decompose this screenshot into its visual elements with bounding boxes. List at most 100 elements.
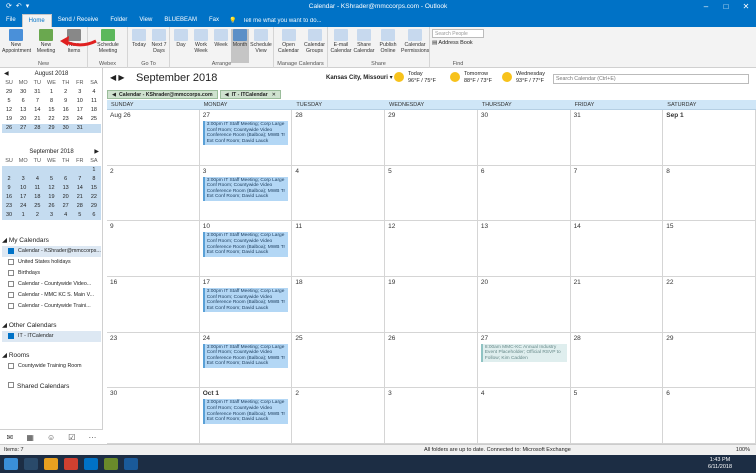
- day-view-button[interactable]: Day: [172, 29, 190, 48]
- new-appointment-button[interactable]: New Appointment: [2, 29, 31, 54]
- mini-day[interactable]: 31: [30, 88, 44, 97]
- checkbox[interactable]: [8, 248, 14, 254]
- mini-day[interactable]: [2, 166, 17, 175]
- day-cell[interactable]: 16: [107, 277, 200, 333]
- mini-day[interactable]: 6: [16, 97, 30, 106]
- mini-day[interactable]: 18: [87, 106, 101, 115]
- mini-day[interactable]: [16, 166, 31, 175]
- location-dropdown[interactable]: Kansas City, Missouri ▾: [326, 74, 393, 81]
- tab-fax[interactable]: Fax: [203, 14, 225, 27]
- mini-day[interactable]: 24: [73, 115, 87, 124]
- day-cell[interactable]: 29: [385, 110, 478, 166]
- next-month-icon[interactable]: ▶: [94, 148, 99, 157]
- mini-day[interactable]: 22: [44, 115, 58, 124]
- mini-day[interactable]: 5: [72, 211, 87, 220]
- day-cell[interactable]: 22: [663, 277, 756, 333]
- clock[interactable]: 1:43 PM 6/11/2018: [708, 457, 732, 470]
- mini-day[interactable]: 4: [87, 88, 101, 97]
- mini-day[interactable]: 26: [2, 124, 17, 133]
- mini-day[interactable]: 6: [86, 211, 101, 220]
- mini-day[interactable]: 28: [72, 202, 87, 211]
- calendar-search-input[interactable]: Search Calendar (Ctrl+E): [553, 74, 749, 84]
- day-cell[interactable]: 30: [107, 388, 200, 444]
- people-icon[interactable]: ☺: [47, 433, 55, 442]
- mini-day[interactable]: 11: [30, 184, 45, 193]
- mini-day[interactable]: 7: [30, 97, 44, 106]
- word-icon[interactable]: [124, 458, 138, 470]
- day-cell[interactable]: 21: [570, 277, 664, 333]
- day-cell[interactable]: 5: [385, 165, 478, 222]
- mini-day[interactable]: 30: [2, 211, 17, 220]
- day-cell[interactable]: 30: [477, 110, 571, 166]
- day-cell[interactable]: 6: [663, 388, 756, 444]
- chrome-icon[interactable]: [64, 458, 78, 470]
- email-calendar-button[interactable]: E-mail Calendar: [330, 29, 352, 54]
- maximize-button[interactable]: □: [716, 0, 736, 14]
- mini-day[interactable]: 13: [58, 184, 73, 193]
- checkbox[interactable]: [8, 259, 14, 265]
- day-cell[interactable]: 18: [292, 277, 386, 333]
- mini-day[interactable]: 29: [44, 124, 59, 133]
- day-cell[interactable]: 2: [107, 165, 200, 222]
- mini-day[interactable]: 27: [58, 202, 73, 211]
- mini-day[interactable]: 15: [44, 106, 58, 115]
- zoom-level[interactable]: 100%: [736, 445, 750, 455]
- mini-day[interactable]: 25: [87, 115, 101, 124]
- week-view-button[interactable]: Week: [212, 29, 230, 48]
- day-cell[interactable]: 12: [385, 221, 478, 277]
- mini-day[interactable]: [86, 124, 101, 133]
- mini-day[interactable]: [30, 166, 45, 175]
- tab-bluebeam[interactable]: BLUEBEAM: [158, 14, 203, 27]
- tab-send-receive[interactable]: Send / Receive: [52, 14, 105, 27]
- mail-icon[interactable]: ✉: [7, 433, 14, 442]
- day-cell[interactable]: Oct 1 3:00pm IT Staff Meeting; Corp Large…: [199, 388, 293, 444]
- day-cell[interactable]: 3 3:00pm IT Staff Meeting; Corp Large Con…: [199, 165, 293, 222]
- calendar-item[interactable]: Calendar - MMC KC S. Main V...: [2, 290, 101, 301]
- day-cell[interactable]: 11: [292, 221, 386, 277]
- mini-day[interactable]: 8: [44, 97, 58, 106]
- prev-month-icon[interactable]: ◀: [4, 70, 9, 79]
- mini-day[interactable]: 19: [2, 115, 16, 124]
- mini-day[interactable]: 29: [86, 202, 101, 211]
- mini-day[interactable]: 12: [2, 106, 16, 115]
- day-cell[interactable]: 19: [385, 277, 478, 333]
- day-cell[interactable]: 7: [570, 165, 664, 222]
- mini-day[interactable]: 1: [86, 166, 101, 175]
- task-view-icon[interactable]: [24, 458, 38, 470]
- next-icon[interactable]: ▶: [118, 73, 124, 82]
- day-cell[interactable]: 15: [663, 221, 756, 277]
- more-icon[interactable]: ···: [88, 433, 96, 442]
- my-calendars-header[interactable]: ◢ My Calendars: [2, 236, 101, 246]
- appointment[interactable]: 3:00pm IT Staff Meeting; Corp Large Conf…: [202, 343, 289, 369]
- mini-day[interactable]: 28: [30, 124, 45, 133]
- calendar-item[interactable]: Calendar - Countywide Traini...: [2, 301, 101, 312]
- day-cell[interactable]: 4: [477, 388, 571, 444]
- schedule-view-button[interactable]: Schedule View: [250, 29, 272, 54]
- mini-day[interactable]: 17: [16, 193, 31, 202]
- calendar-permissions-button[interactable]: Calendar Permissions: [401, 29, 429, 54]
- mini-day[interactable]: 25: [30, 202, 45, 211]
- mini-day[interactable]: 10: [16, 184, 31, 193]
- mini-day[interactable]: 14: [72, 184, 87, 193]
- calendar-item[interactable]: Calendar - Countywide Video...: [2, 279, 101, 290]
- checkbox[interactable]: [8, 303, 14, 309]
- mini-day[interactable]: 4: [58, 211, 73, 220]
- day-cell[interactable]: 13: [477, 221, 571, 277]
- checkbox[interactable]: [8, 270, 14, 276]
- shared-calendars-header[interactable]: Shared Calendars: [2, 382, 101, 392]
- calendar-groups-button[interactable]: Calendar Groups: [302, 29, 327, 54]
- mini-day[interactable]: 1: [16, 211, 31, 220]
- minimize-button[interactable]: –: [696, 0, 716, 14]
- appointment[interactable]: 3:00pm IT Staff Meeting; Corp Large Conf…: [202, 121, 289, 146]
- rooms-header[interactable]: ◢ Rooms: [2, 351, 101, 361]
- day-cell[interactable]: 9: [107, 221, 200, 277]
- mini-day[interactable]: 30: [58, 124, 73, 133]
- mini-day[interactable]: [58, 166, 73, 175]
- day-cell[interactable]: 3: [385, 388, 478, 444]
- address-book-button[interactable]: ▤ Address Book: [432, 40, 473, 46]
- mini-day[interactable]: 17: [73, 106, 87, 115]
- mini-day[interactable]: 7: [72, 175, 87, 184]
- day-cell[interactable]: 23: [107, 332, 200, 389]
- mini-day[interactable]: [72, 166, 87, 175]
- mini-day[interactable]: 5: [2, 97, 16, 106]
